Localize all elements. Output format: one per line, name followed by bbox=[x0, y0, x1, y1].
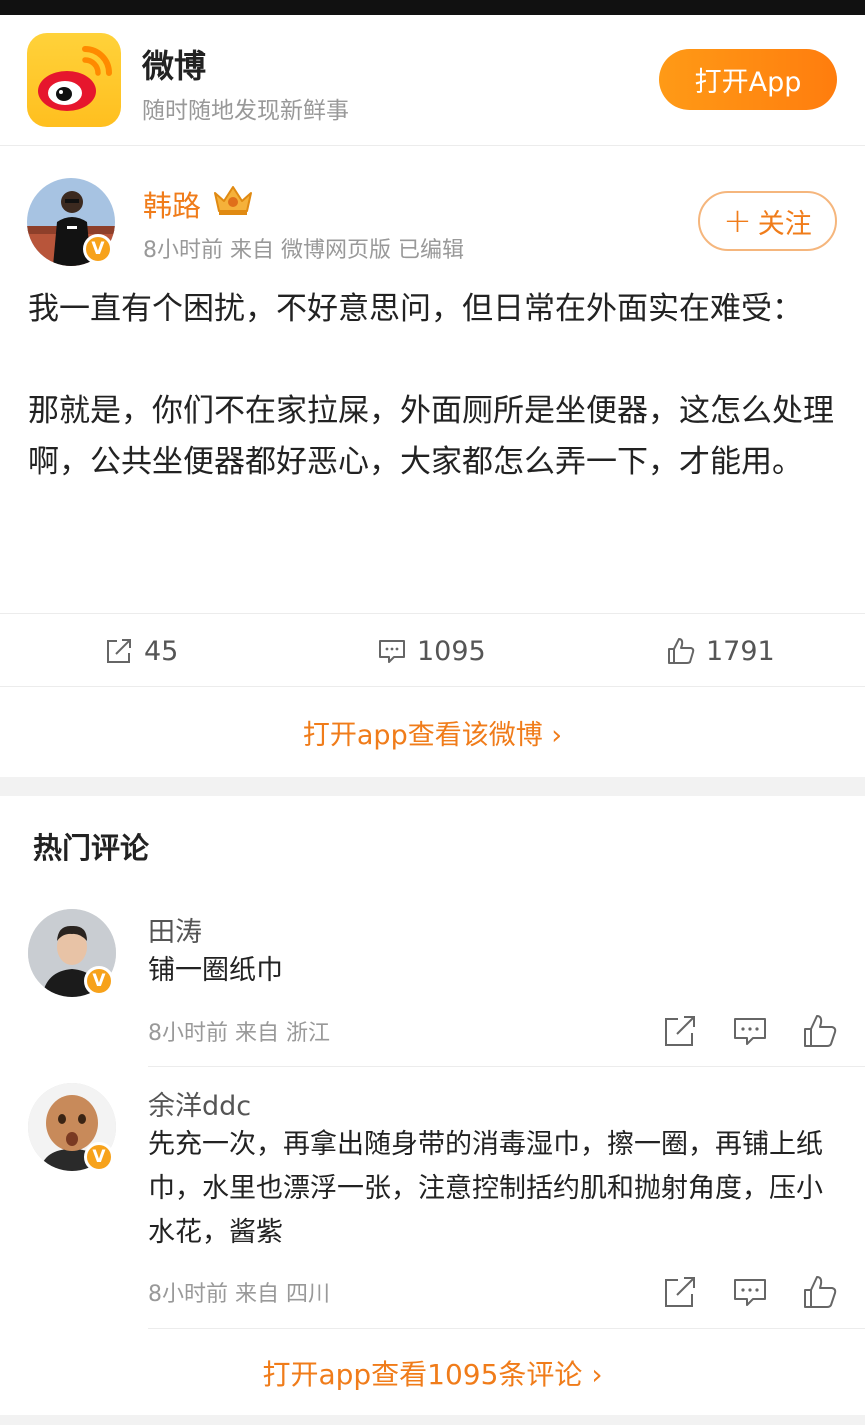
post-meta: 8小时前 来自 微博网页版 已编辑 bbox=[143, 238, 464, 263]
thumbs-up-icon[interactable] bbox=[802, 1274, 838, 1310]
comment-divider bbox=[148, 1328, 865, 1329]
verified-v-icon: V bbox=[84, 966, 114, 996]
author-name[interactable]: 韩路 bbox=[143, 183, 201, 225]
comment-text: 铺一圈纸巾 bbox=[148, 955, 283, 986]
comment-icon[interactable] bbox=[732, 1013, 768, 1049]
commenter-name[interactable]: 余洋ddc bbox=[148, 1084, 251, 1123]
open-app-button[interactable]: 打开App bbox=[659, 49, 837, 110]
weibo-logo-icon bbox=[27, 33, 121, 127]
comment-actions bbox=[662, 1011, 838, 1051]
share-icon[interactable] bbox=[662, 1274, 698, 1310]
post-paragraph: 我一直有个困扰，不好意思问，但日常在外面实在难受： bbox=[28, 291, 803, 327]
comment-count: 1095 bbox=[417, 635, 486, 667]
like-button[interactable]: 1791 bbox=[666, 614, 775, 688]
app-download-header: 微博 随时随地发现新鲜事 打开App bbox=[0, 15, 865, 146]
comment-divider bbox=[148, 1066, 865, 1067]
like-count: 1791 bbox=[706, 635, 775, 667]
verified-v-icon: V bbox=[83, 234, 113, 264]
comment-icon bbox=[379, 640, 405, 663]
open-app-view-comments-link[interactable]: 打开app查看1095条评论 › bbox=[0, 1335, 865, 1411]
bottom-divider bbox=[0, 1415, 865, 1425]
comment-actions bbox=[662, 1272, 838, 1312]
verified-v-icon: V bbox=[84, 1142, 114, 1172]
crown-icon bbox=[214, 186, 252, 215]
open-app-view-post-link[interactable]: 打开app查看该微博 › bbox=[0, 688, 865, 776]
post-text: 我一直有个困扰，不好意思问，但日常在外面实在难受： 那就是，你们不在家拉屎，外面… bbox=[28, 284, 838, 488]
section-divider bbox=[0, 777, 865, 796]
thumbs-up-icon[interactable] bbox=[802, 1013, 838, 1049]
app-name: 微博 bbox=[142, 47, 207, 85]
post-paragraph: 那就是，你们不在家拉屎，外面厕所是坐便器，这怎么处理啊，公共坐便器都好恶心，大家… bbox=[28, 393, 834, 480]
thumbs-up-icon bbox=[668, 638, 695, 664]
follow-label: 关注 bbox=[757, 208, 812, 240]
commenter-name[interactable]: 田涛 bbox=[148, 910, 202, 949]
hot-comments-title: 热门评论 bbox=[33, 831, 150, 865]
follow-button[interactable]: + 关注 bbox=[698, 191, 837, 251]
share-icon[interactable] bbox=[662, 1013, 698, 1049]
status-bar bbox=[0, 0, 865, 15]
comment-button[interactable]: 1095 bbox=[377, 614, 486, 688]
app-slogan: 随时随地发现新鲜事 bbox=[142, 98, 349, 124]
share-icon bbox=[107, 639, 131, 663]
comment-meta: 8小时前 来自 浙江 bbox=[148, 1021, 330, 1046]
repost-button[interactable]: 45 bbox=[104, 614, 178, 688]
plus-icon: + bbox=[723, 201, 752, 241]
repost-count: 45 bbox=[144, 635, 179, 667]
comment-meta: 8小时前 来自 四川 bbox=[148, 1282, 330, 1307]
comment-icon[interactable] bbox=[732, 1274, 768, 1310]
comment-text: 先充一次，再拿出随身带的消毒湿巾，擦一圈，再铺上纸巾，水里也漂浮一张，注意控制括… bbox=[148, 1129, 823, 1248]
post-action-bar: 45 1095 1791 bbox=[0, 613, 865, 687]
